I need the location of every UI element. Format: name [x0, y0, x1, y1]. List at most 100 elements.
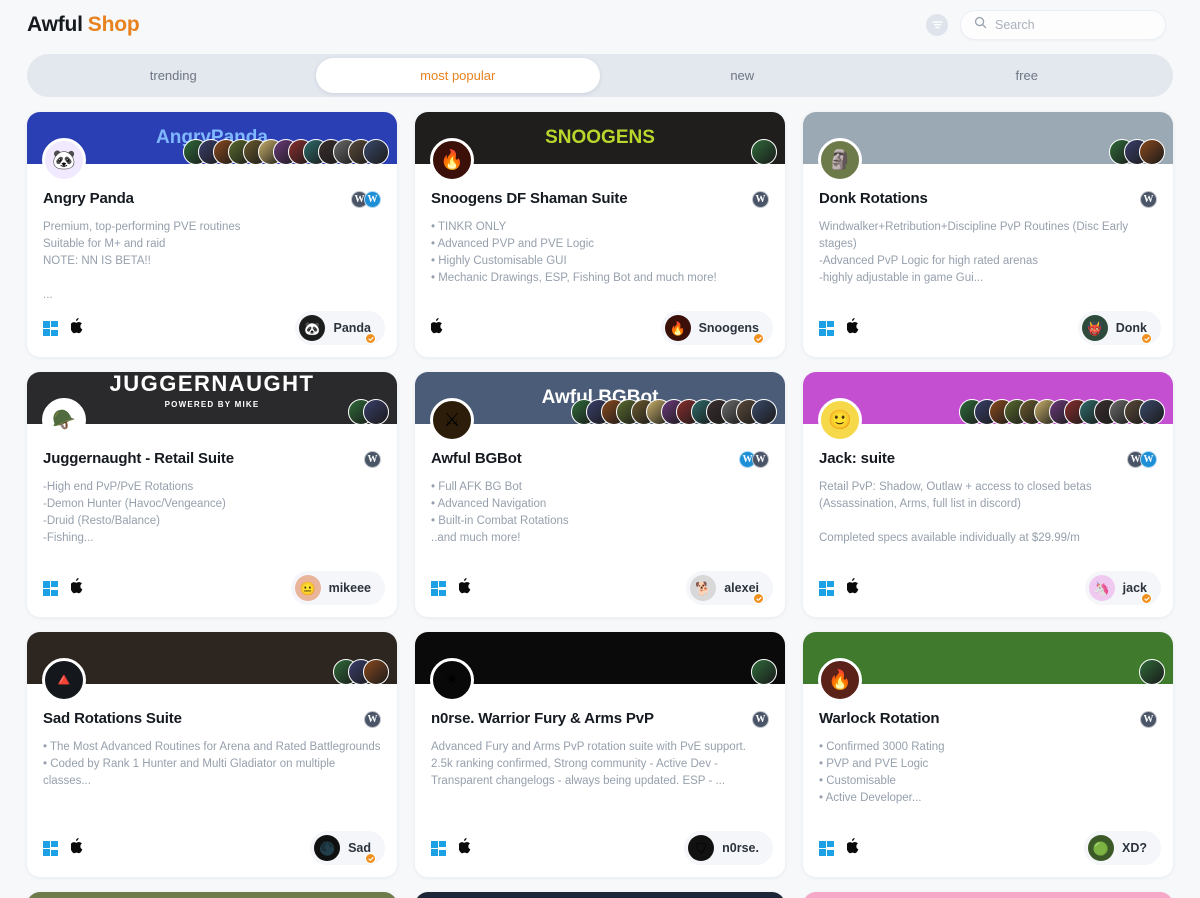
card-body: Jack: suite W W Retail PvP: Shadow, Outlaw …	[803, 424, 1173, 547]
wow-retail-badge-icon: W	[364, 191, 381, 208]
apple-icon	[70, 837, 85, 859]
card-footer: ⛉ n0rse.	[431, 831, 773, 865]
author-pill[interactable]: 😐 mikeee	[290, 571, 385, 605]
brand-name-second: Shop	[87, 13, 140, 36]
product-card[interactable]: 🗿 Donk Rotations W Windwalker+Retribution+D…	[803, 112, 1173, 357]
product-card[interactable]	[415, 892, 785, 898]
author-avatar: 🌑	[314, 835, 341, 861]
product-card[interactable]	[803, 892, 1173, 898]
card-description: • The Most Advanced Routines for Arena a…	[43, 741, 381, 787]
spec-icon-row	[571, 399, 777, 425]
product-card[interactable]: ✴ n0rse. Warrior Fury & Arms PvP W Advanced…	[415, 632, 785, 877]
card-avatar: ⚔	[430, 398, 474, 442]
tab-free[interactable]: free	[885, 58, 1170, 93]
card-body: Awful BGBot W W • Full AFK BG Bot • Advance…	[415, 424, 785, 547]
tab-most-popular[interactable]: most popular	[315, 58, 600, 93]
tab-trending[interactable]: trending	[31, 58, 316, 93]
author-pill[interactable]: 🔥 Snoogens	[660, 311, 773, 345]
spec-icon-row	[751, 139, 777, 165]
author-pill[interactable]: 🌑 Sad	[310, 831, 385, 865]
product-card[interactable]: 🙂 Jack: suite W W Retail PvP: Shadow, Outlaw…	[803, 372, 1173, 617]
author-pill[interactable]: 🦄 jack	[1084, 571, 1161, 605]
card-description: • Full AFK BG Bot • Advanced Navigation …	[431, 481, 569, 544]
search-box[interactable]	[960, 10, 1166, 40]
card-banner-title: SNOOGENS	[545, 127, 655, 148]
author-pill[interactable]: 🐼 Panda	[295, 311, 385, 345]
product-card[interactable]: JUGGERNAUGHT POWERED BY MIKE 🪖 Juggernaught…	[27, 372, 397, 617]
app-header: Awful Shop	[0, 0, 1200, 50]
spec-icon-row	[959, 399, 1165, 425]
card-title: Jack: suite	[819, 450, 895, 467]
card-avatar: 🪖	[42, 398, 86, 442]
author-name: n0rse.	[722, 841, 759, 855]
card-banner	[803, 892, 1173, 898]
search-input[interactable]	[995, 18, 1152, 32]
tab-bar-wrapper: trending most popular new free	[0, 50, 1200, 97]
windows-icon	[43, 320, 58, 337]
author-avatar: 🐼	[299, 315, 326, 341]
tab-new[interactable]: new	[600, 58, 885, 93]
author-pill[interactable]: ⛉ n0rse.	[684, 831, 773, 865]
header-actions	[926, 10, 1166, 40]
product-card[interactable]	[27, 892, 397, 898]
card-body: n0rse. Warrior Fury & Arms PvP W Advanced …	[415, 684, 785, 790]
apple-icon	[458, 837, 473, 859]
card-title: Angry Panda	[43, 190, 134, 207]
card-body: Warlock Rotation W • Confirmed 3000 Rating…	[803, 684, 1173, 807]
spec-icon	[363, 139, 389, 165]
spec-icon-row	[183, 139, 389, 165]
windows-icon	[819, 580, 834, 597]
product-card[interactable]: AngryPanda 🐼 Angry Panda W W Premium, top-per…	[27, 112, 397, 357]
card-body: Snoogens DF Shaman Suite W • TINKR ONLY • …	[415, 164, 785, 287]
card-banner-title: JUGGERNAUGHT POWERED BY MIKE	[27, 372, 397, 409]
author-avatar: 👹	[1081, 315, 1108, 341]
apple-icon	[846, 317, 861, 339]
verified-badge-icon	[753, 333, 764, 344]
platform-icons	[431, 837, 473, 859]
author-name: mikeee	[328, 581, 371, 595]
card-title-row: Awful BGBot W W	[431, 450, 769, 468]
product-card[interactable]: 🔺 Sad Rotations Suite W • The Most Advanced…	[27, 632, 397, 877]
windows-icon	[43, 840, 58, 857]
card-body: Sad Rotations Suite W • The Most Advanced …	[27, 684, 397, 790]
spec-icon	[751, 399, 777, 425]
card-title-row: Donk Rotations W	[819, 190, 1157, 208]
card-title-row: Angry Panda W W	[43, 190, 381, 208]
filter-funnel-icon[interactable]	[926, 14, 948, 36]
author-pill[interactable]: 🐕 alexei	[686, 571, 773, 605]
game-version-badges: W	[1140, 191, 1157, 208]
game-version-badges: W	[364, 711, 381, 728]
card-title-row: Warlock Rotation W	[819, 710, 1157, 728]
verified-badge-icon	[365, 853, 376, 864]
card-title: Sad Rotations Suite	[43, 710, 182, 727]
platform-icons	[431, 577, 473, 599]
product-card[interactable]: Awful BGBot ⚔ Awful BGBot W W • Full AFK BG B…	[415, 372, 785, 617]
author-name: alexei	[724, 581, 759, 595]
card-title-row: n0rse. Warrior Fury & Arms PvP W	[431, 710, 769, 728]
spec-icon	[1139, 399, 1165, 425]
card-avatar: ✴	[430, 658, 474, 702]
card-footer: 😐 mikeee	[43, 571, 385, 605]
wow-classic-badge-icon: W	[752, 191, 769, 208]
author-avatar: 🔥	[664, 315, 691, 341]
verified-badge-icon	[1141, 593, 1152, 604]
spec-icon-row	[751, 659, 777, 685]
windows-icon	[431, 580, 446, 597]
apple-icon	[70, 577, 85, 599]
author-pill[interactable]: 🟢 XD?	[1084, 831, 1161, 865]
card-avatar: 🔺	[42, 658, 86, 702]
card-footer: 🐕 alexei	[431, 571, 773, 605]
card-title-row: Jack: suite W W	[819, 450, 1157, 468]
app-logo[interactable]: Awful Shop	[27, 13, 140, 37]
product-card[interactable]: 🔥 Warlock Rotation W • Confirmed 3000 Ratin…	[803, 632, 1173, 877]
product-card[interactable]: SNOOGENS 🔥 Snoogens DF Shaman Suite W • TINK…	[415, 112, 785, 357]
author-avatar: ⛉	[688, 835, 715, 861]
card-description: • TINKR ONLY • Advanced PVP and PVE Logi…	[431, 221, 717, 284]
card-avatar: 🐼	[42, 138, 86, 182]
card-avatar: 🙂	[818, 398, 862, 442]
platform-icons	[430, 317, 445, 339]
card-title-row: Juggernaught - Retail Suite W	[43, 450, 381, 468]
brand-name-first: Awful	[27, 13, 83, 36]
author-pill[interactable]: 👹 Donk	[1077, 311, 1161, 345]
game-version-badges: W	[752, 711, 769, 728]
